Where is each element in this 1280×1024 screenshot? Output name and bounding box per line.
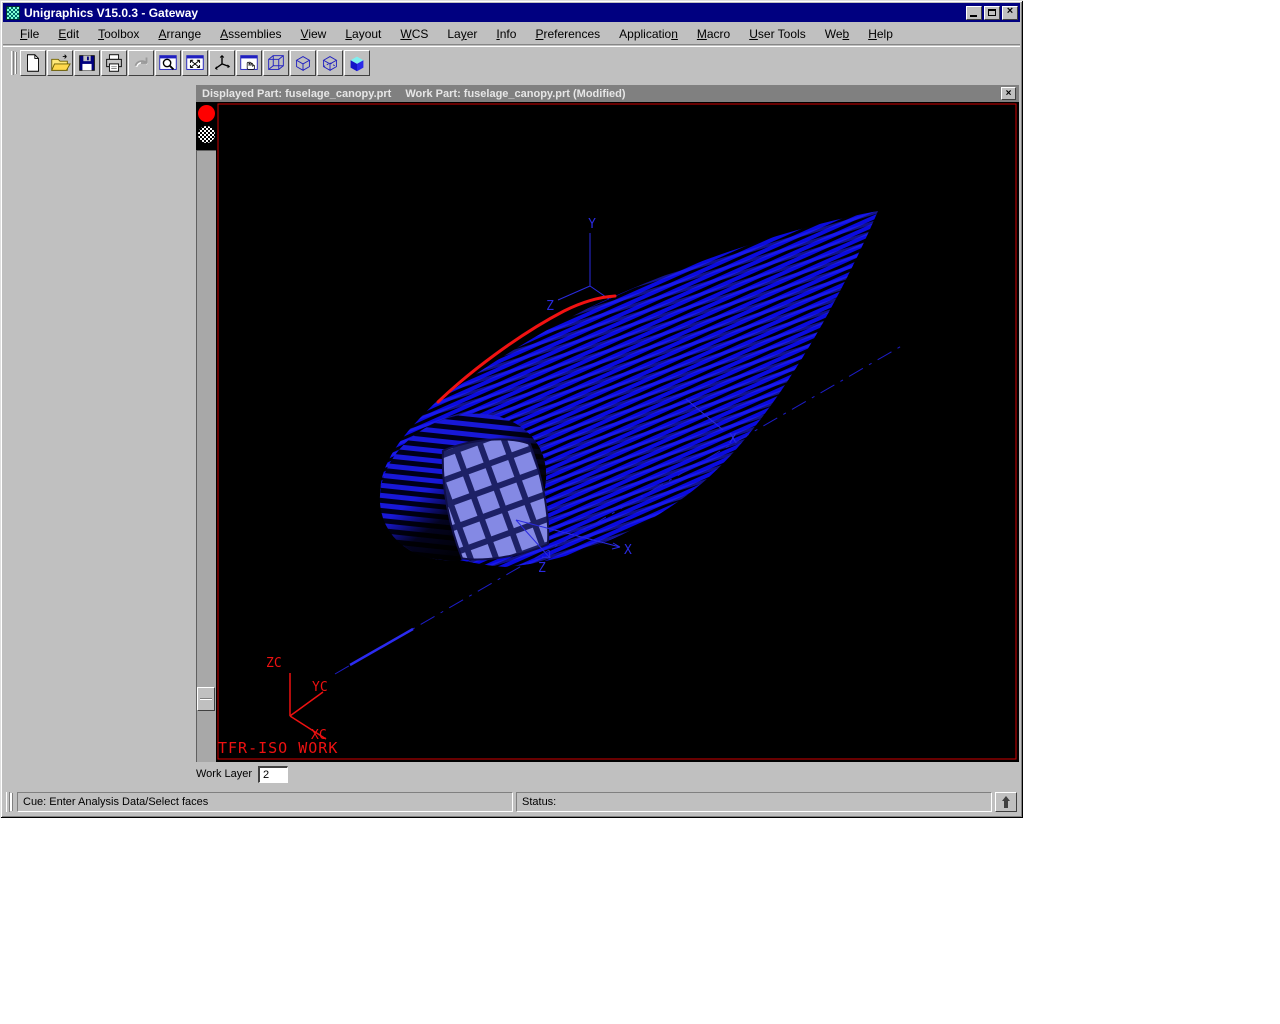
open-folder-icon [49, 52, 71, 74]
close-icon: × [1007, 6, 1013, 17]
near-axis-label-z: Z [538, 561, 546, 576]
near-axis-label-x: X [624, 543, 632, 558]
wireframe-front-button[interactable] [263, 50, 289, 76]
wireframe-hidden-button[interactable] [317, 50, 343, 76]
unigraphics-logo-icon [6, 6, 20, 20]
menu-web[interactable]: Web [818, 25, 856, 43]
view-orientation-label: TFR-ISO WORK [218, 739, 338, 757]
graphics-close-icon: × [1006, 89, 1012, 99]
work-layer-row: Work Layer [196, 764, 288, 784]
menu-help[interactable]: Help [861, 25, 900, 43]
menu-macro[interactable]: Macro [690, 25, 737, 43]
graphics-left-strip [196, 102, 216, 762]
work-part-label: Work Part: fuselage_canopy.prt (Modified… [405, 88, 625, 100]
title-bar[interactable]: Unigraphics V15.0.3 - Gateway × [3, 3, 1020, 22]
fuselage-model[interactable] [355, 211, 878, 588]
menu-file[interactable]: File [13, 25, 46, 43]
printer-icon [103, 52, 125, 74]
zoom-view-button[interactable] [155, 50, 181, 76]
menu-edit[interactable]: Edit [51, 25, 86, 43]
status-bar: Cue: Enter Analysis Data/Select faces St… [4, 790, 1019, 814]
csys-button[interactable] [209, 50, 235, 76]
shaded-button[interactable] [344, 50, 370, 76]
viewport-3d-scene[interactable]: X Y Z Z X [216, 102, 1019, 762]
interrupt-lights [196, 102, 216, 150]
maximize-icon [988, 9, 996, 16]
menu-toolbox[interactable]: Toolbox [91, 25, 146, 43]
menu-preferences[interactable]: Preferences [528, 25, 607, 43]
work-layer-label: Work Layer [196, 768, 252, 780]
app-window: Unigraphics V15.0.3 - Gateway × File Edit… [0, 0, 1023, 818]
axis-label-z: Z [546, 299, 554, 314]
menu-application[interactable]: Application [612, 25, 685, 43]
menu-assemblies[interactable]: Assemblies [213, 25, 288, 43]
undo-button [128, 50, 154, 76]
wcs-label-zc: ZC [266, 656, 282, 671]
fit-view-button[interactable] [182, 50, 208, 76]
minimize-icon [970, 15, 977, 17]
cue-text: Cue: Enter Analysis Data/Select faces [23, 796, 208, 808]
wireframe-cube-dashed-icon [319, 52, 341, 74]
coordinate-axes-icon [211, 52, 233, 74]
graphics-close-button[interactable]: × [1001, 87, 1016, 100]
status-text: Status: [522, 796, 556, 808]
menu-layer[interactable]: Layer [440, 25, 484, 43]
interrupt-stop-button[interactable] [198, 105, 215, 122]
fit-window-icon [184, 52, 206, 74]
save-button[interactable] [74, 50, 100, 76]
menu-layout[interactable]: Layout [338, 25, 388, 43]
menu-info[interactable]: Info [489, 25, 523, 43]
wireframe-cube-icon [265, 52, 287, 74]
maximize-button[interactable] [984, 6, 1000, 20]
toolbar-grip[interactable] [11, 51, 14, 75]
graphics-window-titlebar[interactable]: Displayed Part: fuselage_canopy.prt Work… [196, 85, 1019, 102]
wcs-label-yc: YC [312, 680, 328, 695]
status-panel: Status: [516, 792, 992, 812]
window-title: Unigraphics V15.0.3 - Gateway [24, 6, 198, 20]
new-document-icon [22, 52, 44, 74]
print-button[interactable] [101, 50, 127, 76]
close-button[interactable]: × [1002, 6, 1018, 20]
save-floppy-icon [76, 52, 98, 74]
axis-label-x: X [729, 432, 737, 447]
select-button[interactable] [236, 50, 262, 76]
wireframe-iso-button[interactable] [290, 50, 316, 76]
graphics-window: Displayed Part: fuselage_canopy.prt Work… [196, 85, 1019, 762]
graphics-scrollbar-thumb[interactable] [197, 687, 215, 711]
new-button[interactable] [20, 50, 46, 76]
status-bar-grip[interactable] [6, 792, 10, 812]
menu-user-tools[interactable]: User Tools [742, 25, 812, 43]
open-button[interactable] [47, 50, 73, 76]
toolbar [3, 46, 1020, 79]
menu-view[interactable]: View [294, 25, 334, 43]
menu-arrange[interactable]: Arrange [151, 25, 208, 43]
displayed-part-label: Displayed Part: fuselage_canopy.prt [202, 88, 391, 100]
shaded-cube-icon [346, 52, 368, 74]
scroll-up-icon [1000, 795, 1012, 809]
zoom-window-icon [157, 52, 179, 74]
status-scroll-button[interactable] [995, 792, 1017, 812]
axis-label-y: Y [588, 217, 596, 232]
work-layer-input[interactable] [258, 766, 288, 783]
minimize-button[interactable] [966, 6, 982, 20]
cue-panel: Cue: Enter Analysis Data/Select faces [17, 792, 513, 812]
hand-window-icon [238, 52, 260, 74]
interrupt-idle-icon [198, 126, 215, 143]
undo-arrow-icon [130, 52, 152, 74]
graphics-scrollbar[interactable] [196, 150, 216, 762]
menu-bar: File Edit Toolbox Arrange Assemblies ViewLayo… [3, 24, 1020, 45]
menu-wcs[interactable]: WCS [393, 25, 435, 43]
wireframe-cube-icon [292, 52, 314, 74]
